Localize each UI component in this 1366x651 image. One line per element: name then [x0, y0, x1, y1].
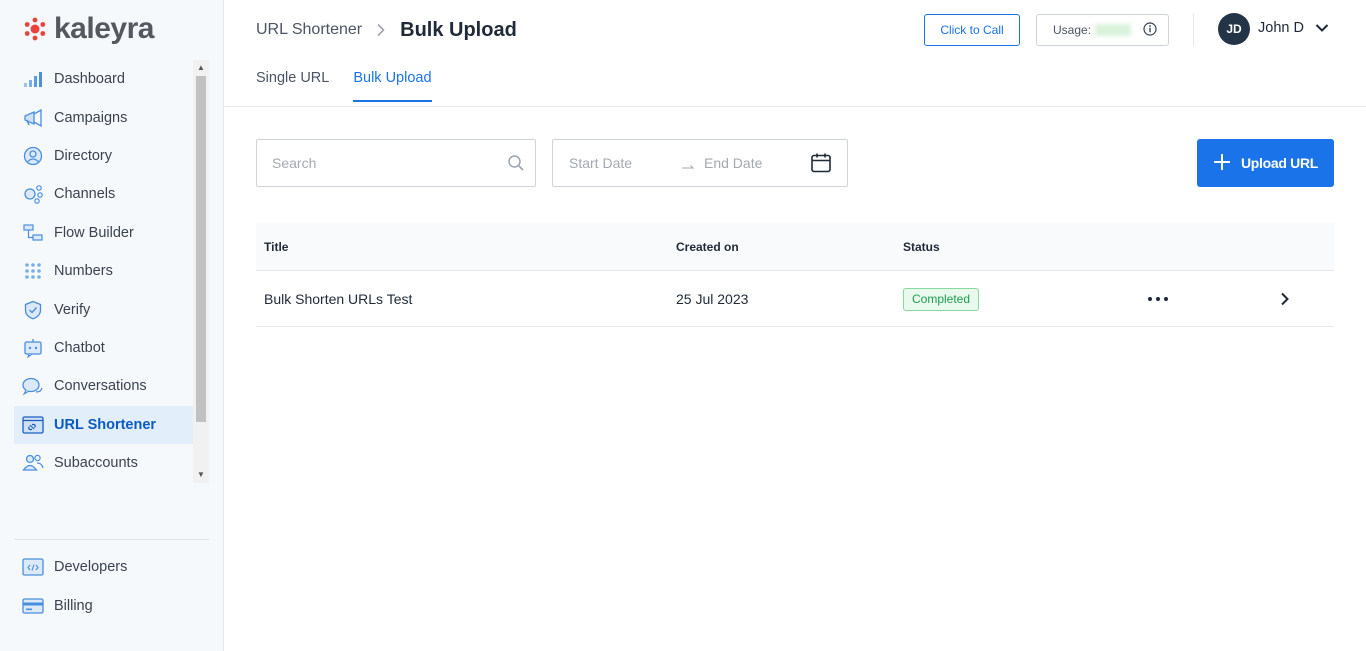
sidebar-item-verify[interactable]: Verify — [14, 290, 194, 328]
sidebar-item-label: Verify — [54, 301, 91, 318]
sidebar-item-subaccounts[interactable]: Subaccounts — [14, 444, 194, 482]
column-header-title: Title — [264, 240, 289, 254]
plus-icon — [1213, 153, 1231, 174]
sidebar-item-label: Channels — [54, 186, 116, 203]
upload-url-label: Upload URL — [1240, 155, 1319, 171]
sidebar-item-label: Developers — [54, 559, 128, 576]
sidebar-item-url-shortener[interactable]: URL Shortener — [14, 405, 194, 444]
sidebar-item-label: Dashboard — [54, 71, 125, 88]
bar-chart-icon — [22, 68, 44, 90]
column-header-created-on: Created on — [676, 240, 739, 254]
sidebar-item-label: Conversations — [54, 378, 147, 395]
sidebar-item-label: Billing — [54, 597, 93, 614]
sidebar-item-label: Chatbot — [54, 339, 105, 356]
sidebar-item-directory[interactable]: Directory — [14, 137, 194, 175]
tab-single-url[interactable]: Single URL — [256, 70, 329, 102]
sidebar-scrollbar[interactable]: ▲ ▼ — [193, 60, 209, 483]
kaleyra-logo-icon — [24, 17, 46, 41]
user-name[interactable]: John D — [1258, 20, 1304, 36]
user-circle-icon — [22, 145, 44, 167]
sidebar-item-label: Numbers — [54, 263, 113, 280]
sidebar-item-label: Flow Builder — [54, 224, 134, 241]
usage-value-redacted — [1095, 24, 1132, 36]
usage-widget[interactable]: Usage: — [1036, 14, 1169, 46]
search-input[interactable] — [257, 140, 487, 186]
sidebar-item-campaigns[interactable]: Campaigns — [14, 98, 194, 136]
avatar[interactable]: JD — [1218, 13, 1250, 45]
breadcrumb-parent-link[interactable]: URL Shortener — [256, 21, 362, 39]
sidebar-divider — [14, 539, 209, 540]
chat-bubbles-icon — [22, 375, 44, 397]
sidebar-item-channels[interactable]: Channels — [14, 175, 194, 213]
flow-icon — [22, 222, 44, 244]
sidebar-item-developers[interactable]: Developers — [14, 548, 209, 586]
click-to-call-button[interactable]: Click to Call — [924, 14, 1020, 46]
sidebar-item-label: Campaigns — [54, 109, 128, 126]
sidebar-bottom-nav: Developers Billing — [14, 548, 209, 625]
page-title: Bulk Upload — [400, 18, 517, 41]
link-icon — [22, 414, 44, 436]
brand-logo[interactable]: kaleyra — [22, 12, 154, 46]
usage-label: Usage: — [1053, 23, 1092, 37]
arrow-right-icon — [681, 157, 695, 175]
calendar-icon[interactable] — [810, 152, 832, 179]
sidebar-item-label: URL Shortener — [54, 416, 157, 433]
column-header-status: Status — [903, 240, 940, 254]
sidebar-item-numbers[interactable]: Numbers — [14, 252, 194, 290]
tab-bulk-upload[interactable]: Bulk Upload — [353, 70, 432, 102]
more-options-icon[interactable] — [1147, 289, 1169, 309]
scrollbar-thumb[interactable] — [196, 76, 206, 422]
users-icon — [22, 452, 44, 474]
sidebar-item-billing[interactable]: Billing — [14, 586, 209, 624]
brand-name: kaleyra — [54, 12, 154, 45]
search-icon[interactable] — [507, 154, 525, 177]
table-header: Title Created on Status — [256, 223, 1334, 271]
top-header: URL Shortener Bulk Upload Click to Call … — [225, 0, 1366, 107]
channels-icon — [22, 183, 44, 205]
sidebar-item-label: Directory — [54, 147, 113, 164]
sidebar-item-conversations[interactable]: Conversations — [14, 367, 194, 405]
shield-check-icon — [22, 299, 44, 321]
status-badge: Completed — [903, 288, 980, 311]
info-icon[interactable] — [1143, 21, 1157, 39]
sidebar-item-chatbot[interactable]: Chatbot — [14, 329, 194, 367]
tab-bar: Single URL Bulk Upload — [256, 70, 432, 102]
row-title: Bulk Shorten URLs Test — [264, 291, 413, 307]
scroll-down-icon[interactable]: ▼ — [193, 467, 209, 483]
sidebar-item-dashboard[interactable]: Dashboard — [14, 60, 194, 98]
chevron-right-icon[interactable] — [1276, 290, 1294, 308]
code-icon — [22, 556, 44, 578]
sidebar: kaleyra Dashboard Campaigns Directory Ch… — [0, 0, 224, 651]
table-row[interactable]: Bulk Shorten URLs Test 25 Jul 2023 Compl… — [256, 271, 1334, 327]
breadcrumb: URL Shortener Bulk Upload — [256, 18, 517, 42]
dial-pad-icon — [22, 260, 44, 282]
row-created-on: 25 Jul 2023 — [676, 291, 749, 307]
end-date-field[interactable]: End Date — [704, 155, 762, 171]
chevron-down-icon[interactable] — [1314, 20, 1330, 36]
sidebar-nav: Dashboard Campaigns Directory Channels F… — [14, 60, 194, 482]
sidebar-item-label: Subaccounts — [54, 455, 138, 472]
megaphone-icon — [22, 107, 44, 129]
start-date-field[interactable]: Start Date — [569, 155, 632, 171]
upload-url-button[interactable]: Upload URL — [1197, 139, 1334, 187]
card-icon — [22, 595, 44, 617]
header-divider — [1193, 14, 1194, 46]
date-range-picker[interactable]: Start Date End Date — [552, 139, 848, 187]
scroll-up-icon[interactable]: ▲ — [193, 60, 209, 76]
sidebar-item-flow-builder[interactable]: Flow Builder — [14, 214, 194, 252]
chatbot-icon — [22, 337, 44, 359]
bulk-upload-table: Title Created on Status Bulk Shorten URL… — [256, 223, 1334, 327]
chevron-right-icon — [376, 23, 386, 37]
search-box — [256, 139, 536, 187]
